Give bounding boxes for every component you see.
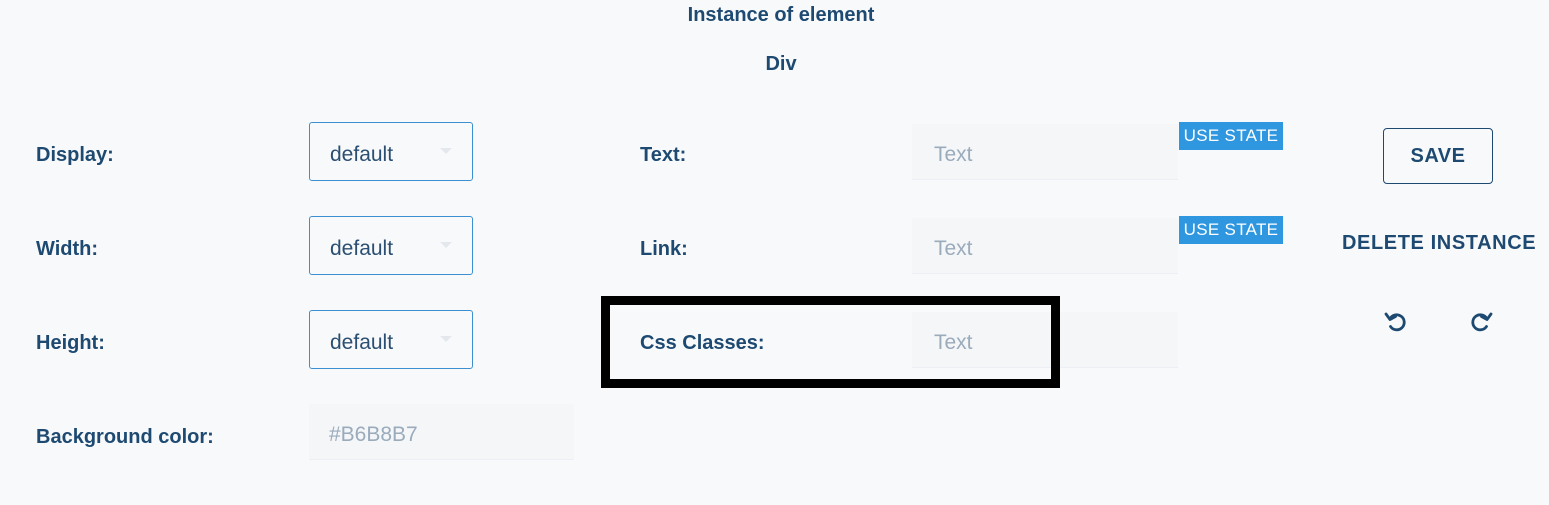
- link-use-state-button[interactable]: USE STATE: [1179, 216, 1283, 244]
- page-title: Instance of element: [687, 4, 875, 26]
- link-input-placeholder: Text: [934, 237, 973, 260]
- width-select-value: default: [330, 237, 394, 260]
- display-label: Display:: [36, 144, 114, 166]
- chevron-down-icon: [440, 242, 452, 248]
- text-label: Text:: [640, 144, 687, 166]
- height-label: Height:: [36, 332, 105, 354]
- height-select[interactable]: default: [309, 310, 473, 369]
- delete-instance-button[interactable]: DELETE INSTANCE: [1342, 232, 1536, 255]
- text-input[interactable]: Text: [912, 124, 1178, 180]
- highlight-annotation: [601, 296, 1060, 388]
- element-type-title: Div: [765, 53, 797, 75]
- redo-icon[interactable]: [1468, 309, 1494, 335]
- chevron-down-icon: [440, 148, 452, 154]
- display-select-value: default: [330, 143, 394, 166]
- link-label: Link:: [640, 238, 688, 260]
- height-select-value: default: [330, 331, 394, 354]
- display-select[interactable]: default: [309, 122, 473, 181]
- width-label: Width:: [36, 238, 99, 260]
- width-select[interactable]: default: [309, 216, 473, 275]
- background-color-input[interactable]: #B6B8B7: [309, 404, 574, 460]
- save-button[interactable]: SAVE: [1383, 128, 1493, 184]
- undo-icon[interactable]: [1383, 309, 1409, 335]
- background-color-value: #B6B8B7: [329, 423, 418, 446]
- text-input-placeholder: Text: [934, 143, 973, 166]
- chevron-down-icon: [440, 336, 452, 342]
- background-color-label: Background color:: [36, 426, 214, 448]
- text-use-state-button[interactable]: USE STATE: [1179, 122, 1283, 150]
- link-input[interactable]: Text: [912, 218, 1178, 274]
